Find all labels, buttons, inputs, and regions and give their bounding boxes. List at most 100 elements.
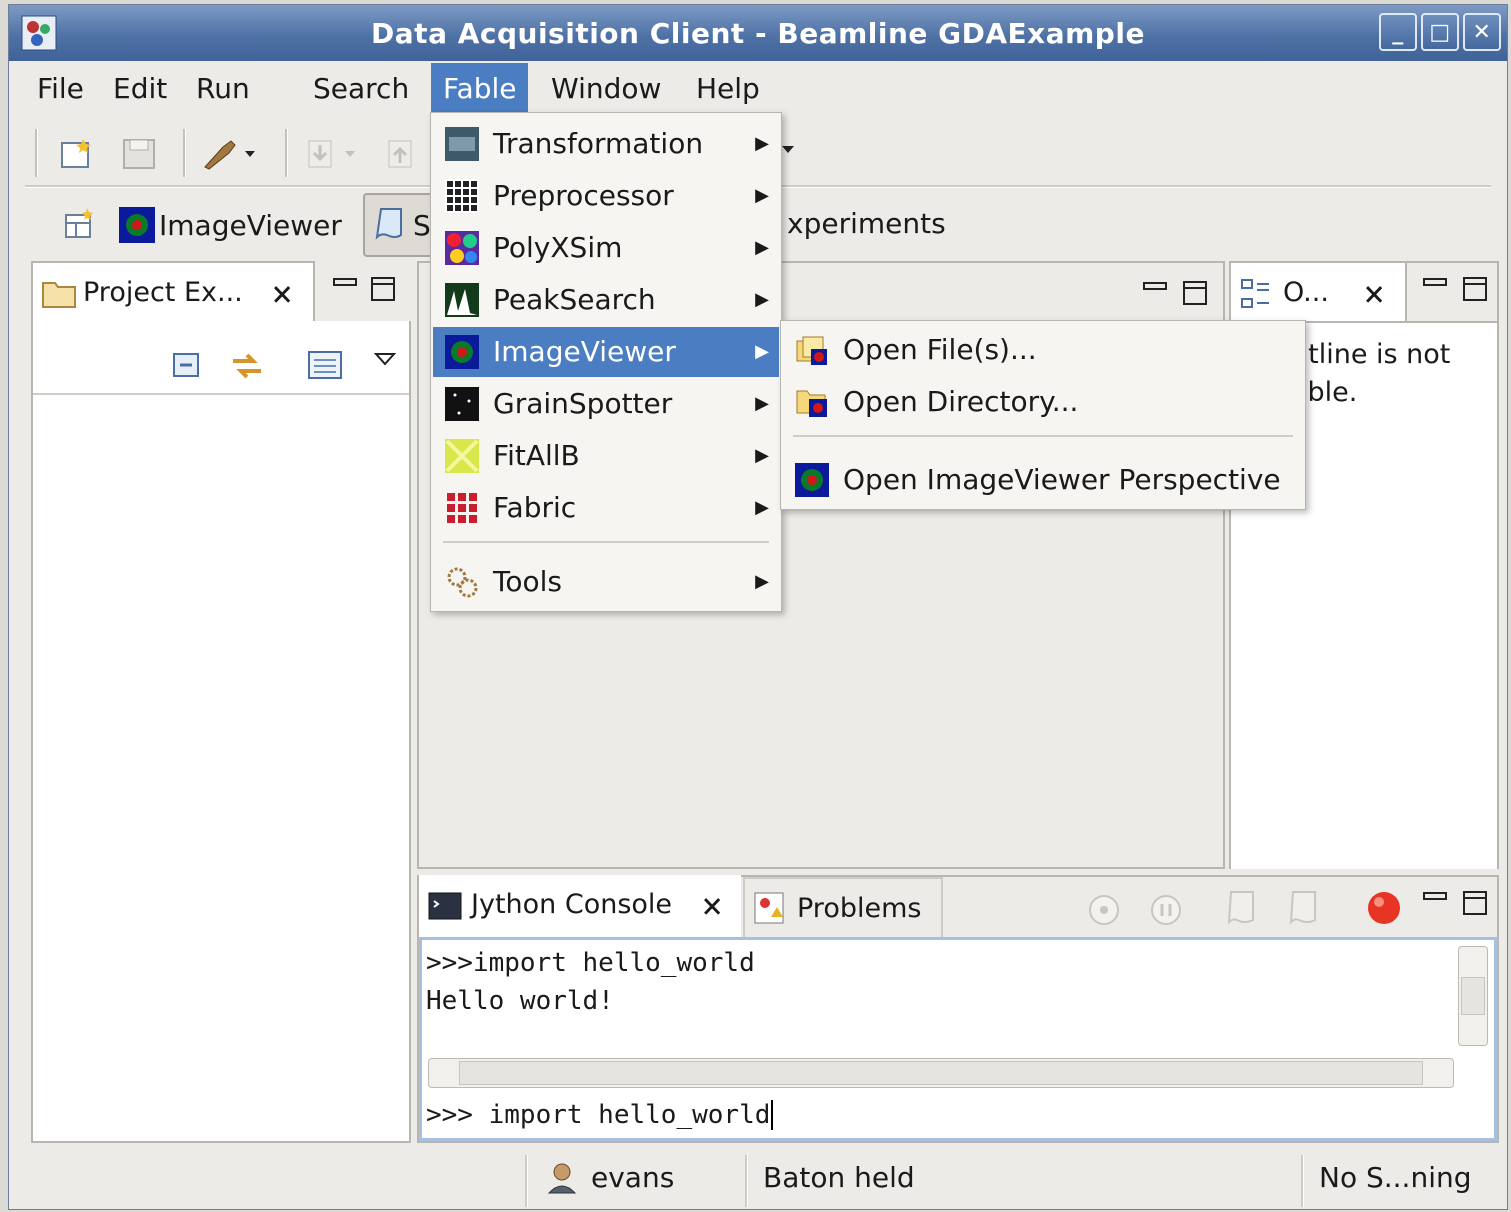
menu-item-fitallb[interactable]: FitAllB ▶: [433, 431, 779, 481]
tab-label: Jython Console: [471, 889, 673, 920]
fitallb-icon: [445, 439, 479, 473]
folder-icon: [42, 282, 76, 308]
maximize-icon[interactable]: [369, 275, 397, 303]
status-scan: No S...ning: [1319, 1161, 1472, 1194]
status-baton: Baton held: [763, 1161, 915, 1194]
menu-bar: File Edit Run Search Fable Window Help: [9, 63, 1507, 115]
script-run-icon[interactable]: [1225, 889, 1261, 927]
link-with-editor-icon[interactable]: [229, 349, 265, 383]
problems-icon: [754, 892, 784, 924]
tab-problems[interactable]: Problems: [743, 877, 943, 939]
close-button[interactable]: ✕: [1463, 13, 1501, 51]
console-input[interactable]: >>> import hello_world: [426, 1100, 774, 1130]
menu-file[interactable]: File: [25, 63, 96, 115]
console-output-line1: >>>import hello_world: [426, 948, 755, 978]
menu-item-open-imageviewer-perspective[interactable]: Open ImageViewer Perspective: [783, 455, 1303, 505]
tab-label: O...: [1283, 277, 1329, 308]
menu-search[interactable]: Search: [301, 63, 421, 115]
collapse-all-icon[interactable]: [171, 351, 203, 381]
horizontal-scroll-thumb[interactable]: [459, 1061, 1423, 1085]
chevron-down-icon[interactable]: [373, 349, 397, 369]
menu-item-transformation[interactable]: Transformation ▶: [433, 119, 779, 169]
minimize-icon[interactable]: [1141, 277, 1169, 303]
fabric-icon: [447, 493, 477, 523]
perspective-scripting[interactable]: S: [363, 193, 435, 257]
export-icon[interactable]: [385, 137, 421, 171]
menu-item-tools[interactable]: Tools ▶: [433, 557, 779, 607]
maximize-icon[interactable]: [1181, 279, 1209, 307]
tab-outline[interactable]: O... 🗙: [1229, 261, 1407, 323]
vertical-scrollbar[interactable]: [1458, 946, 1488, 1046]
chevron-down-icon[interactable]: [781, 143, 795, 155]
imageviewer-icon: [119, 207, 155, 243]
grainspotter-icon: [445, 387, 479, 421]
imageviewer-icon: [445, 335, 479, 369]
window-title: Data Acquisition Client - Beamline GDAEx…: [371, 17, 1145, 50]
status-user: evans: [591, 1161, 675, 1194]
menu-item-polyxsim[interactable]: PolyXSim ▶: [433, 223, 779, 273]
minimize-button[interactable]: _: [1379, 13, 1417, 51]
polyxsim-icon: [445, 231, 479, 265]
maximize-button[interactable]: □: [1421, 13, 1459, 51]
perspective-s-label: S: [413, 209, 431, 242]
pause-icon[interactable]: [1149, 893, 1183, 927]
tab-project-explorer[interactable]: Project Ex... 🗙: [31, 261, 315, 323]
menu-window[interactable]: Window: [539, 63, 673, 115]
perspective-label: ImageViewer: [159, 209, 342, 242]
close-tab-icon[interactable]: 🗙: [703, 875, 721, 935]
open-files-icon: [796, 336, 827, 365]
menu-item-preprocessor[interactable]: Preprocessor ▶: [433, 171, 779, 221]
tab-jython-console[interactable]: Jython Console 🗙: [419, 875, 741, 937]
new-icon[interactable]: [59, 137, 95, 171]
stop-icon[interactable]: [1087, 893, 1121, 927]
imageviewer-submenu: Open File(s)... Open Directory... Open I…: [780, 320, 1306, 510]
open-perspective-icon[interactable]: [63, 207, 97, 241]
horizontal-scrollbar[interactable]: [428, 1058, 1454, 1088]
close-tab-icon[interactable]: 🗙: [1365, 263, 1383, 323]
script-pause-icon[interactable]: [1287, 889, 1323, 927]
menu-fable[interactable]: Fable: [431, 63, 529, 115]
console-icon: [428, 892, 462, 920]
tab-label: Project Ex...: [83, 277, 243, 308]
menu-item-fabric[interactable]: Fabric ▶: [433, 483, 779, 533]
menu-item-open-directory[interactable]: Open Directory...: [783, 377, 1303, 427]
menu-item-open-files[interactable]: Open File(s)...: [783, 325, 1303, 375]
open-directory-icon: [796, 390, 827, 417]
save-icon[interactable]: [121, 137, 157, 171]
maximize-icon[interactable]: [1461, 275, 1489, 303]
minimize-icon[interactable]: [1421, 273, 1449, 299]
project-explorer-toolbar: [33, 321, 409, 395]
menu-item-grainspotter[interactable]: GrainSpotter ▶: [433, 379, 779, 429]
minimize-icon[interactable]: [331, 273, 359, 299]
close-tab-icon[interactable]: 🗙: [273, 263, 291, 323]
record-icon[interactable]: [1365, 889, 1403, 927]
menu-help[interactable]: Help: [684, 63, 772, 115]
menu-item-imageviewer[interactable]: ImageViewer ▶: [433, 327, 779, 377]
peaksearch-icon: [445, 283, 479, 317]
maximize-icon[interactable]: [1461, 889, 1489, 917]
perspective-experiments[interactable]: xperiments: [787, 207, 946, 240]
script-icon: [375, 208, 402, 240]
view-menu-list-icon[interactable]: [307, 349, 343, 381]
console-output-line2: Hello world!: [426, 986, 614, 1016]
outline-icon: [1241, 279, 1269, 308]
menu-item-peaksearch[interactable]: PeakSearch ▶: [433, 275, 779, 325]
gears-icon: [447, 567, 478, 598]
menu-edit[interactable]: Edit: [101, 63, 179, 115]
project-explorer-panel: [31, 321, 411, 1143]
transformation-icon: [445, 127, 479, 161]
fable-menu: Transformation ▶ Preprocessor ▶ PolyXSim ▶ …: [430, 112, 782, 612]
outline-message-line1: utline is not: [1291, 339, 1451, 370]
imageviewer-icon: [795, 463, 829, 497]
console-body: >>>import hello_world Hello world! >>> i…: [419, 937, 1497, 1141]
menu-run[interactable]: Run: [184, 63, 262, 115]
minimize-icon[interactable]: [1421, 887, 1449, 913]
run-tool-icon[interactable]: [201, 137, 261, 171]
tab-label: Problems: [797, 893, 922, 924]
title-bar[interactable]: Data Acquisition Client - Beamline GDAEx…: [9, 5, 1507, 61]
vertical-scroll-thumb[interactable]: [1461, 977, 1485, 1015]
preprocessor-icon: [445, 179, 479, 213]
user-icon: [547, 1163, 577, 1194]
status-bar: evans Baton held No S...ning: [9, 1149, 1507, 1211]
import-icon[interactable]: [305, 137, 365, 171]
